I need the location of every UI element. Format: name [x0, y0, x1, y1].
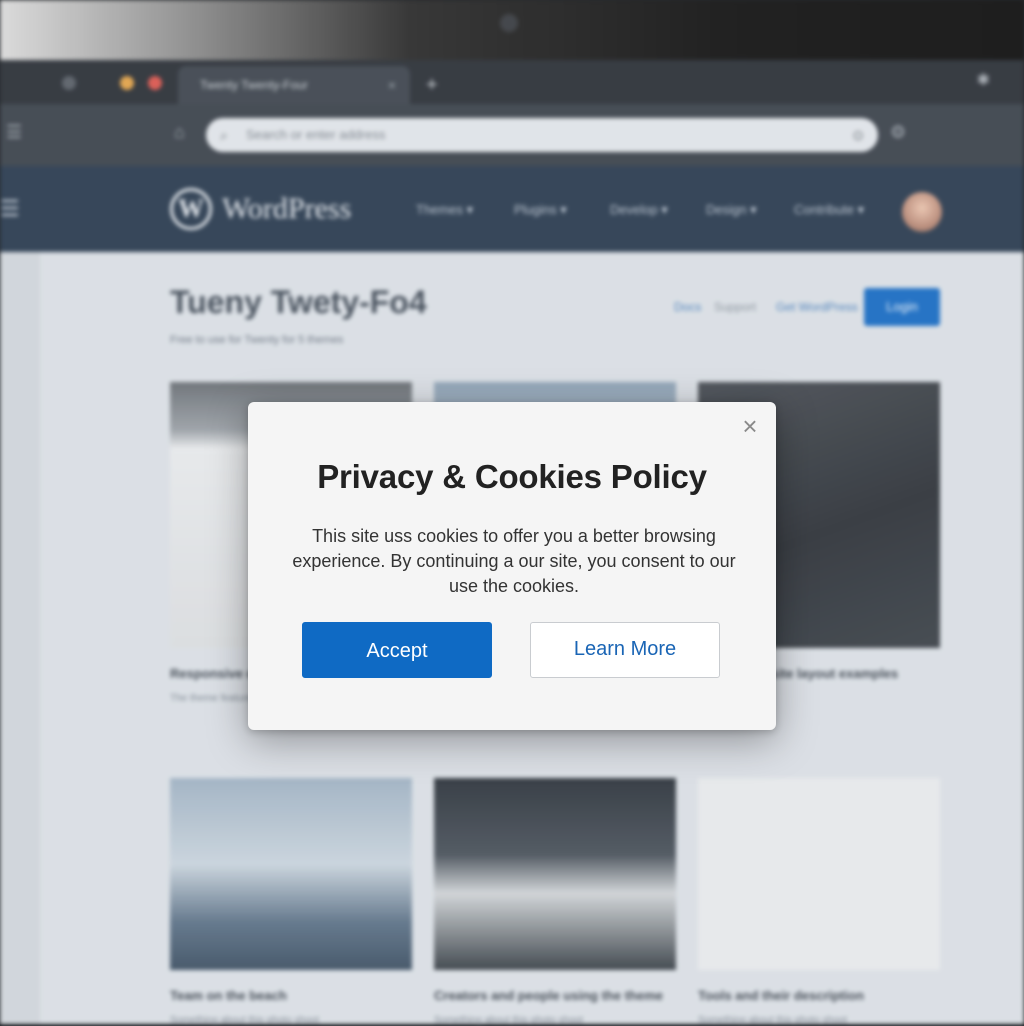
learn-more-button[interactable]: Learn More	[530, 622, 720, 678]
close-icon[interactable]: ×	[736, 412, 764, 440]
dialog-title: Privacy & Cookies Policy	[317, 458, 707, 495]
accept-button[interactable]: Accept	[302, 622, 492, 678]
dialog-message: This site uss cookies to offer you a bet…	[292, 526, 736, 596]
cookie-consent-dialog: × Privacy & Cookies Policy This site uss…	[248, 402, 776, 730]
